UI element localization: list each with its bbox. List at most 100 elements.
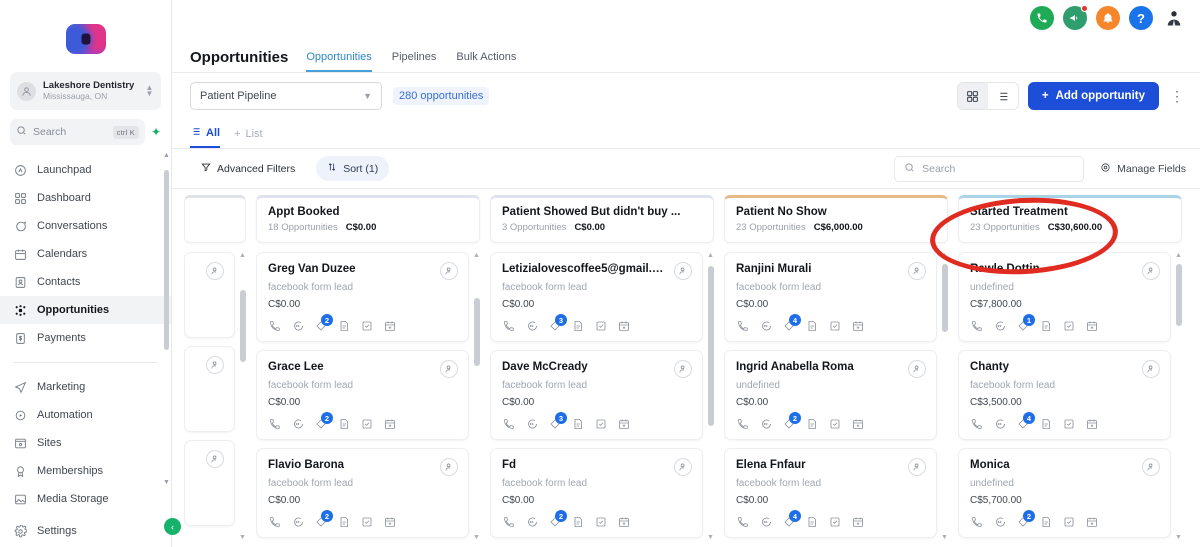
sidebar-item-automation[interactable]: Automation bbox=[0, 401, 171, 429]
list-tab-add[interactable]: + List bbox=[234, 128, 263, 148]
opportunity-card[interactable]: Elena Fnfaur facebook form lead C$0.00 4 bbox=[724, 448, 937, 538]
message-icon[interactable] bbox=[291, 417, 304, 430]
tag-icon[interactable]: 2 bbox=[548, 510, 567, 528]
scroll-up-icon[interactable]: ▲ bbox=[941, 252, 948, 259]
manage-fields-button[interactable]: Manage Fields bbox=[1100, 162, 1186, 176]
sidebar-item-conversations[interactable]: Conversations bbox=[0, 212, 171, 240]
scroll-down-icon[interactable]: ▼ bbox=[941, 534, 948, 541]
column-cards[interactable]: Ranjini Murali facebook form lead C$0.00… bbox=[724, 252, 948, 547]
message-icon[interactable] bbox=[525, 319, 538, 332]
call-icon[interactable] bbox=[502, 417, 515, 430]
tag-icon[interactable]: 2 bbox=[782, 412, 801, 430]
task-icon[interactable] bbox=[360, 417, 373, 430]
note-icon[interactable] bbox=[805, 319, 818, 332]
appointment-icon[interactable] bbox=[851, 417, 864, 430]
tag-icon[interactable]: 4 bbox=[1016, 412, 1035, 430]
task-icon[interactable] bbox=[1062, 417, 1075, 430]
assignee-avatar-icon[interactable] bbox=[1142, 458, 1160, 476]
assignee-avatar-icon[interactable] bbox=[1142, 360, 1160, 378]
tag-icon[interactable]: 1 bbox=[1016, 314, 1035, 332]
note-icon[interactable] bbox=[571, 319, 584, 332]
note-icon[interactable] bbox=[337, 417, 350, 430]
sidebar-scrollbar[interactable]: ▲ ▼ bbox=[163, 152, 170, 512]
column-cards[interactable]: Rawle Dottin undefined C$7,800.00 1 Chan… bbox=[958, 252, 1182, 547]
sidebar-item-opportunities[interactable]: Opportunities bbox=[0, 296, 171, 324]
assignee-avatar-icon[interactable] bbox=[908, 458, 926, 476]
opportunity-card[interactable]: Ingrid Anabella Roma undefined C$0.00 2 bbox=[724, 350, 937, 440]
appointment-icon[interactable] bbox=[617, 417, 630, 430]
column-scroll-thumb[interactable] bbox=[1176, 264, 1182, 326]
advanced-filters-button[interactable]: Advanced Filters bbox=[190, 156, 307, 181]
workspace-switcher[interactable]: Lakeshore Dentistry Mississauga, ON ▲ ▼ bbox=[10, 72, 161, 110]
message-icon[interactable] bbox=[759, 319, 772, 332]
list-tab-all[interactable]: All bbox=[190, 126, 221, 148]
appointment-icon[interactable] bbox=[383, 417, 396, 430]
sidebar-item-sites[interactable]: Sites bbox=[0, 429, 171, 457]
column-scrollbar[interactable]: ▲ ▼ bbox=[239, 252, 246, 541]
task-icon[interactable] bbox=[1062, 319, 1075, 332]
message-icon[interactable] bbox=[291, 319, 304, 332]
opportunity-card[interactable]: Greg Van Duzee facebook form lead C$0.00… bbox=[256, 252, 469, 342]
sort-button[interactable]: Sort (1) bbox=[316, 156, 390, 181]
tag-icon[interactable]: 2 bbox=[314, 314, 333, 332]
sidebar-item-calendars[interactable]: Calendars bbox=[0, 240, 171, 268]
board-view-icon[interactable] bbox=[957, 83, 988, 109]
opportunity-card[interactable]: Ranjini Murali facebook form lead C$0.00… bbox=[724, 252, 937, 342]
tab-opportunities[interactable]: Opportunities bbox=[306, 51, 372, 72]
assignee-avatar-icon[interactable] bbox=[908, 360, 926, 378]
tab-pipelines[interactable]: Pipelines bbox=[392, 51, 437, 72]
note-icon[interactable] bbox=[1039, 515, 1052, 528]
scroll-down-icon[interactable]: ▼ bbox=[473, 534, 480, 541]
opportunity-card[interactable]: Fd facebook form lead C$0.00 2 bbox=[490, 448, 703, 538]
note-icon[interactable] bbox=[337, 515, 350, 528]
message-icon[interactable] bbox=[993, 319, 1006, 332]
note-icon[interactable] bbox=[571, 515, 584, 528]
scroll-up-icon[interactable]: ▲ bbox=[163, 152, 170, 159]
note-icon[interactable] bbox=[571, 417, 584, 430]
scroll-down-icon[interactable]: ▼ bbox=[1175, 534, 1182, 541]
call-icon[interactable] bbox=[736, 515, 749, 528]
column-scroll-thumb[interactable] bbox=[942, 264, 948, 332]
scroll-up-icon[interactable]: ▲ bbox=[473, 252, 480, 259]
column-scrollbar[interactable]: ▲ ▼ bbox=[1175, 252, 1182, 541]
call-icon[interactable] bbox=[268, 319, 281, 332]
opportunity-card[interactable]: Dave McCready facebook form lead C$0.00 … bbox=[490, 350, 703, 440]
opportunity-card[interactable]: Grace Lee facebook form lead C$0.00 2 bbox=[256, 350, 469, 440]
task-icon[interactable] bbox=[1062, 515, 1075, 528]
sidebar-item-media-storage[interactable]: Media Storage bbox=[0, 485, 171, 513]
scroll-up-icon[interactable]: ▲ bbox=[707, 252, 714, 259]
phone-icon[interactable] bbox=[1030, 6, 1054, 30]
call-icon[interactable] bbox=[502, 319, 515, 332]
task-icon[interactable] bbox=[594, 319, 607, 332]
column-scrollbar[interactable]: ▲ ▼ bbox=[941, 252, 948, 541]
task-icon[interactable] bbox=[828, 417, 841, 430]
appointment-icon[interactable] bbox=[851, 515, 864, 528]
opportunity-count-badge[interactable]: 280 opportunities bbox=[393, 87, 490, 105]
call-icon[interactable] bbox=[970, 319, 983, 332]
sidebar-item-contacts[interactable]: Contacts bbox=[0, 268, 171, 296]
bell-icon[interactable] bbox=[1096, 6, 1120, 30]
tag-icon[interactable]: 2 bbox=[314, 412, 333, 430]
tab-bulk-actions[interactable]: Bulk Actions bbox=[456, 51, 516, 72]
scroll-up-icon[interactable]: ▲ bbox=[1175, 252, 1182, 259]
opportunity-card[interactable] bbox=[184, 252, 235, 338]
message-icon[interactable] bbox=[993, 515, 1006, 528]
message-icon[interactable] bbox=[291, 515, 304, 528]
more-options-icon[interactable]: ⋮ bbox=[1168, 89, 1186, 103]
pipeline-select[interactable]: Patient Pipeline ▼ bbox=[190, 82, 382, 110]
task-icon[interactable] bbox=[594, 417, 607, 430]
task-icon[interactable] bbox=[360, 319, 373, 332]
call-icon[interactable] bbox=[736, 319, 749, 332]
help-icon[interactable]: ? bbox=[1129, 6, 1153, 30]
assignee-avatar-icon[interactable] bbox=[206, 356, 224, 374]
note-icon[interactable] bbox=[1039, 417, 1052, 430]
assignee-avatar-icon[interactable] bbox=[440, 458, 458, 476]
appointment-icon[interactable] bbox=[1085, 515, 1098, 528]
column-cards[interactable]: Letizialovescoffee5@gmail.com facebook f… bbox=[490, 252, 714, 547]
appointment-icon[interactable] bbox=[1085, 417, 1098, 430]
assignee-avatar-icon[interactable] bbox=[206, 262, 224, 280]
task-icon[interactable] bbox=[828, 515, 841, 528]
list-view-icon[interactable] bbox=[987, 83, 1018, 109]
message-icon[interactable] bbox=[759, 417, 772, 430]
column-scrollbar[interactable]: ▲ ▼ bbox=[707, 252, 714, 541]
